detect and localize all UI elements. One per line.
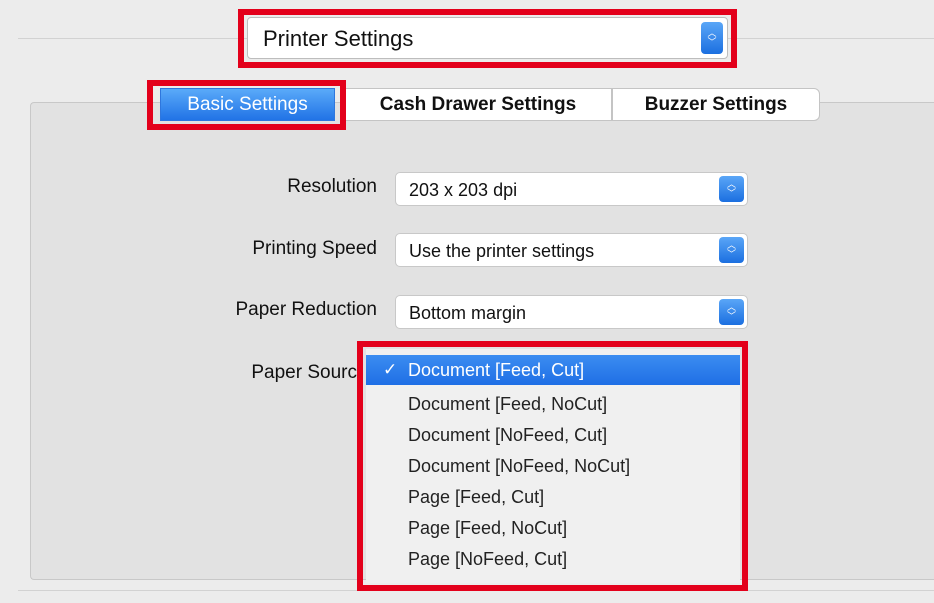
tab-cash-drawer-settings[interactable]: Cash Drawer Settings [345,88,612,121]
paper-reduction-label: Paper Reduction [235,299,377,320]
paper-reduction-select[interactable]: Bottom margin ︿ ﹀ [395,295,748,329]
printing-speed-label: Printing Speed [252,238,377,259]
printing-speed-select[interactable]: Use the printer settings ︿ ﹀ [395,233,748,267]
highlight-box-paper-source-menu [357,341,748,591]
resolution-select[interactable]: 203 x 203 dpi ︿ ﹀ [395,172,748,206]
printing-speed-value: Use the printer settings [409,241,595,261]
tab-label: Buzzer Settings [644,93,788,115]
resolution-label: Resolution [287,176,377,197]
resolution-value: 203 x 203 dpi [409,180,518,200]
paper-source-label: Paper Sourc [251,362,357,383]
up-down-chevron-icon: ︿ ﹀ [719,237,744,263]
up-down-chevron-icon: ︿ ﹀ [719,299,744,325]
up-down-chevron-icon: ︿ ﹀ [719,176,744,202]
tab-buzzer-settings[interactable]: Buzzer Settings [612,88,820,121]
highlight-box-top-popup [238,9,737,68]
paper-reduction-value: Bottom margin [409,303,527,323]
highlight-box-basic-tab [147,80,346,130]
tab-label: Cash Drawer Settings [379,93,577,115]
